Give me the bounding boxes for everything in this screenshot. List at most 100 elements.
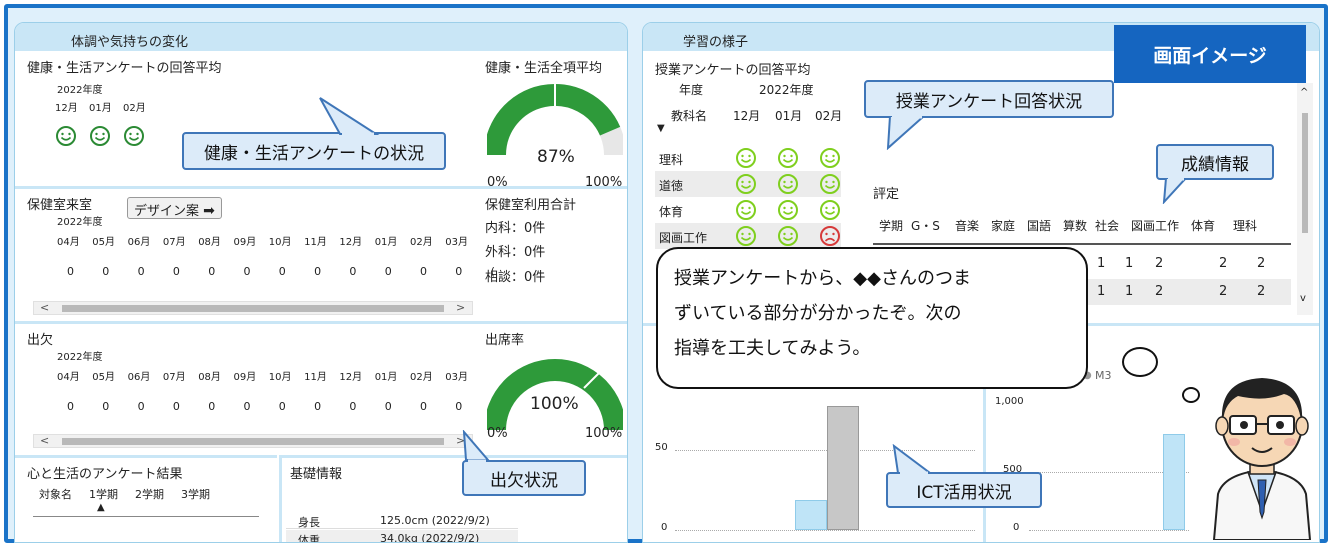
nurse-month: 06月: [127, 237, 151, 248]
health-gauge: [487, 83, 623, 156]
nurse-month: 12月: [339, 237, 363, 248]
health-gauge-title: 健康・生活全項平均: [485, 61, 603, 76]
teacher-speech-bubble: 授業アンケートから、◆◆さんのつま ずいている部分が分かったぞ。次の 指導を工夫…: [656, 247, 1088, 389]
nurse-count: 0: [243, 265, 251, 278]
nurse-title: 保健室来室: [27, 198, 93, 213]
attendance-title: 出欠: [27, 333, 54, 348]
nurse-month: 10月: [268, 237, 292, 248]
health-title: 健康・生活アンケートの回答平均: [27, 61, 222, 76]
mind-col: 対象名: [39, 488, 72, 501]
nurse-month: 02月: [410, 237, 433, 248]
nurse-month: 09月: [233, 237, 257, 248]
grade-cell: 2: [1257, 284, 1266, 299]
nurse-scrollbar[interactable]: < >: [33, 301, 473, 315]
attendance-count: 0: [349, 400, 357, 413]
rate-value: 100%: [530, 394, 579, 414]
grade-cell: 2: [1219, 256, 1228, 271]
nurse-year: 2022年度: [57, 217, 103, 228]
callout-class: 授業アンケート回答状況: [864, 80, 1114, 118]
scroll-down-icon[interactable]: v: [1300, 293, 1306, 304]
mind-survey-section: 心と生活のアンケート結果 対象名 1学期 2学期 3学期 ▲: [15, 455, 277, 542]
nurse-count: 0: [102, 265, 110, 278]
nurse-count: 0: [137, 265, 145, 278]
attendance-month: 08月: [198, 372, 221, 383]
nurse-count: 0: [420, 265, 427, 278]
mind-divider: [33, 516, 259, 517]
attendance-scrollbar[interactable]: < >: [33, 434, 473, 448]
ict-right-y-label: 0: [1013, 522, 1020, 533]
scroll-thumb[interactable]: [62, 438, 444, 445]
grades-header: 理科: [1233, 219, 1258, 233]
class-survey-year-label: 年度: [679, 83, 704, 97]
attendance-count: 0: [455, 400, 463, 413]
design-button-label: デザイン案: [134, 204, 200, 219]
attendance-month: 09月: [233, 372, 257, 383]
scroll-left-icon[interactable]: <: [40, 434, 49, 447]
smile-face-icon: [820, 174, 840, 194]
attendance-month: 11月: [304, 372, 327, 383]
callout-tail: [886, 116, 926, 150]
grades-header: 図画工作: [1131, 219, 1180, 233]
mind-col: 2学期: [135, 488, 164, 501]
grid-line: [675, 530, 975, 531]
thought-bubble-small: [1182, 387, 1200, 403]
subject-name: 図画工作: [659, 231, 708, 245]
nurse-count: 0: [278, 265, 286, 278]
callout-tail: [1162, 178, 1188, 204]
class-survey-year: 2022年度: [759, 83, 814, 97]
attendance-month: 06月: [127, 372, 151, 383]
callout-tail: [319, 97, 380, 136]
nurse-total-title: 保健室利用合計: [485, 198, 577, 213]
smile-face-icon: [778, 200, 798, 220]
attendance-count: 0: [278, 400, 286, 413]
callout-tail: [462, 430, 491, 462]
nurse-count: 0: [384, 265, 392, 278]
health-month: 12月: [55, 103, 78, 114]
health-year: 2022年度: [57, 85, 103, 96]
ict-right-y-label: 1,000: [995, 396, 1024, 407]
thought-bubble-large: [1122, 347, 1158, 377]
attendance-section: 出欠 2022年度 04月 05月 06月 07月 08月 09月 10月 11月 12月 01月…: [15, 321, 627, 457]
scroll-right-icon[interactable]: >: [456, 301, 465, 314]
scroll-left-icon[interactable]: <: [40, 301, 49, 314]
class-survey-title: 授業アンケートの回答平均: [655, 63, 811, 78]
health-month: 02月: [123, 103, 146, 114]
mind-col: 1学期: [89, 488, 118, 501]
basic-info-title: 基礎情報: [290, 467, 343, 482]
design-button[interactable]: デザイン案 ➡: [127, 197, 222, 219]
sort-down-icon[interactable]: ▼: [657, 123, 665, 134]
attendance-count: 0: [420, 400, 427, 413]
callout-grades: 成績情報: [1156, 144, 1274, 180]
grades-scrollbar[interactable]: ^ v: [1297, 83, 1313, 315]
screen-image-badge: 画面イメージ: [1114, 25, 1306, 83]
callout-tail: [892, 444, 933, 474]
attendance-month: 02月: [410, 372, 433, 383]
smile-face-icon: [736, 200, 756, 220]
sad-face-icon: [820, 226, 840, 246]
scroll-thumb[interactable]: [1302, 113, 1308, 233]
arrow-right-icon: ➡: [203, 203, 215, 219]
scroll-up-icon[interactable]: ^: [1300, 87, 1308, 98]
basic-label: 体重: [298, 534, 320, 543]
scroll-thumb[interactable]: [62, 305, 444, 312]
attendance-count: 0: [208, 400, 216, 413]
nurse-month: 11月: [304, 237, 327, 248]
nurse-section: 保健室来室 2022年度 デザイン案 ➡ 04月 05月 06月 07月 08月 09月 1…: [15, 186, 627, 324]
teacher-illustration-icon: [1212, 378, 1312, 540]
class-survey-month: 02月: [815, 109, 843, 123]
basic-row: 身長 125.0cm (2022/9/2): [286, 512, 518, 529]
grade-cell: 2: [1155, 256, 1164, 271]
mind-survey-title: 心と生活のアンケート結果: [27, 467, 183, 482]
grades-header: 体育: [1191, 219, 1216, 233]
grades-header: 社会: [1095, 219, 1120, 233]
nurse-month: 04月: [57, 237, 80, 248]
grades-header-line: [873, 243, 1291, 245]
grades-header: 学期: [879, 219, 904, 233]
nurse-count: 0: [314, 265, 322, 278]
sort-up-icon[interactable]: ▲: [97, 502, 105, 513]
nurse-month: 08月: [198, 237, 221, 248]
subject-name: 理科: [659, 153, 684, 167]
rate-max: 100%: [585, 426, 623, 441]
nurse-internal: 内科：0件: [485, 221, 546, 236]
grid-line: [1029, 530, 1189, 531]
